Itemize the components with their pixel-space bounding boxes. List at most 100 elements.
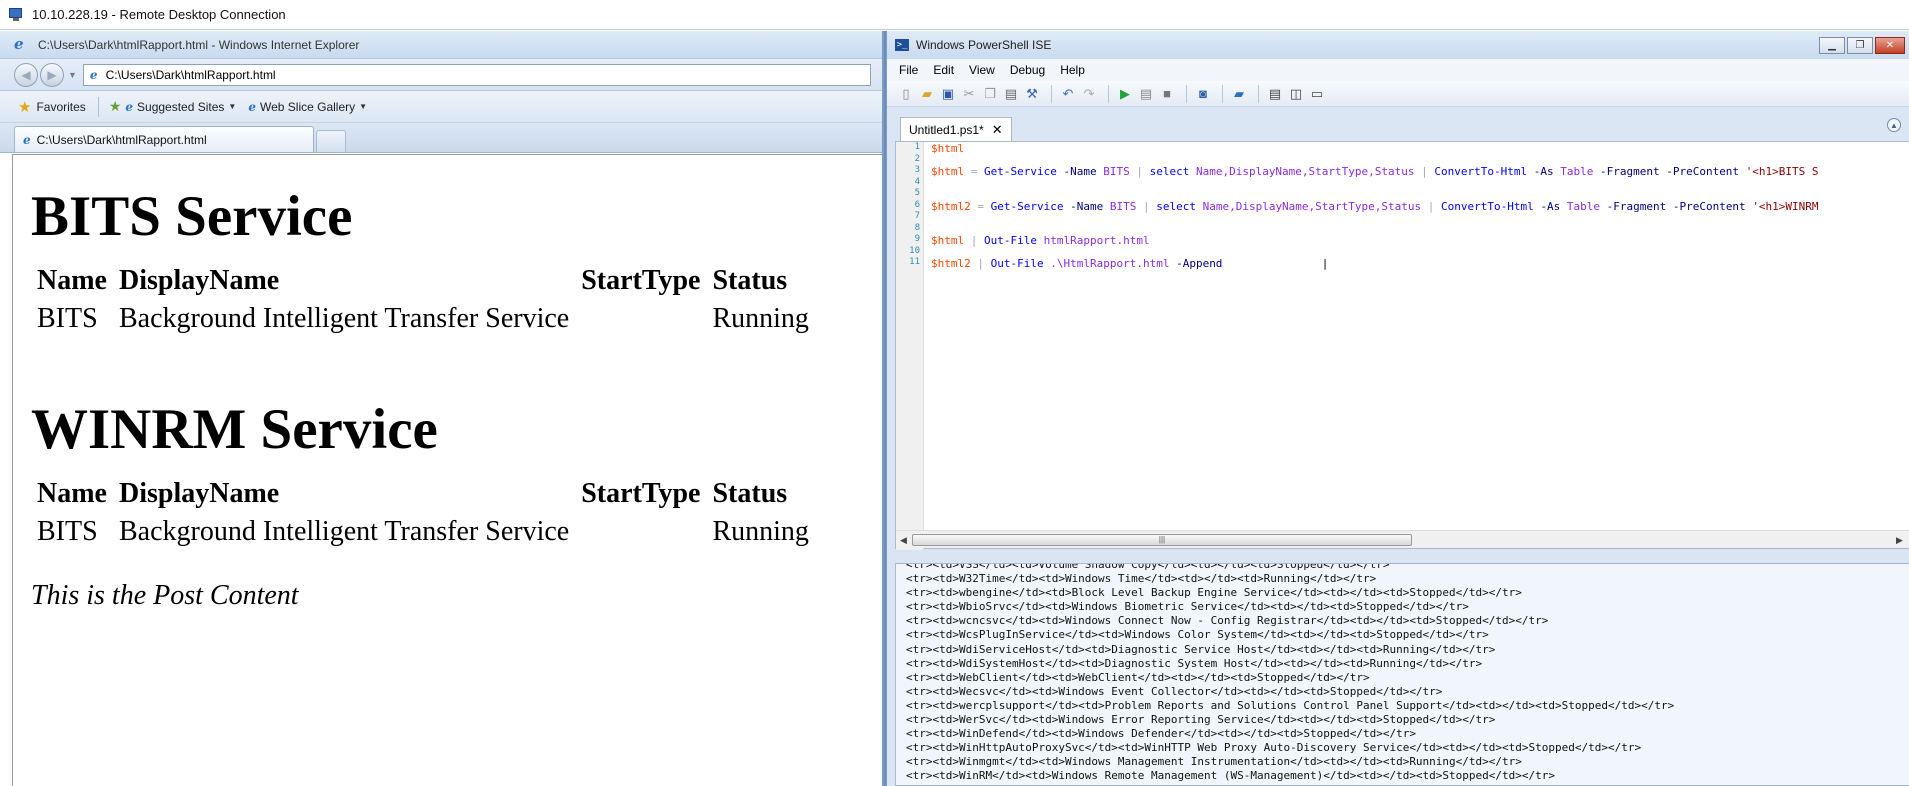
line-number: 9 — [914, 234, 920, 244]
redo-icon[interactable]: ↷ — [1080, 85, 1098, 103]
ie-logo-icon: e — [14, 34, 24, 53]
scrollbar-thumb[interactable]: ||| — [912, 534, 1412, 546]
code-line-3: $html = Get-Service -Name BITS | select … — [931, 165, 1819, 178]
line-number: 2 — [914, 153, 920, 164]
bits-service-table: Name DisplayName StartType Status BITS B… — [31, 262, 815, 338]
ie-tab-active[interactable]: e C:\Users\Dark\htmlRapport.html — [14, 126, 314, 152]
header-status: Status — [712, 478, 788, 509]
layout-top-icon[interactable]: ▤ — [1266, 85, 1284, 103]
code-line-9: $html | Out-File htmlRapport.html — [931, 234, 1150, 247]
ise-menubar: File Edit View Debug Help — [887, 59, 1909, 81]
cell-displayname: Background Intelligent Transfer Service — [118, 303, 570, 334]
clear-output-icon[interactable]: ⚒ — [1023, 85, 1041, 103]
line-number: 7 — [914, 211, 920, 221]
code-line-1: $html — [931, 143, 965, 155]
output-line: <tr><td>WinHttpAutoProxySvc</td><td>WinH… — [906, 741, 1642, 755]
line-number: 1 — [914, 142, 920, 152]
cell-status: Running — [712, 303, 809, 334]
line-number: 11 — [909, 257, 920, 267]
menu-file[interactable]: File — [899, 63, 918, 77]
layout-right-icon[interactable]: ◫ — [1287, 85, 1305, 103]
forward-button[interactable]: ▶ — [40, 62, 64, 87]
cell-starttype — [575, 513, 706, 551]
line-number: 5 — [914, 188, 920, 198]
cell-status: Running — [712, 516, 809, 547]
close-tab-icon[interactable]: ✕ — [992, 122, 1003, 138]
ie-window: e C:\Users\Dark\htmlRapport.html - Windo… — [0, 31, 884, 786]
new-tab-button[interactable] — [316, 130, 346, 152]
script-tab[interactable]: Untitled1.ps1* ✕ — [900, 117, 1012, 141]
page-heading-winrm: WINRM Service — [31, 398, 438, 461]
page-heading-bits: BITS Service — [31, 185, 353, 248]
save-icon[interactable]: ▣ — [939, 85, 957, 103]
ie-page-content: BITS Service Name DisplayName StartType … — [12, 154, 882, 786]
cell-name: BITS — [37, 303, 98, 334]
paste-icon[interactable]: ▤ — [1002, 85, 1020, 103]
output-line: <tr><td>WdiSystemHost</td><td>Diagnostic… — [906, 656, 1483, 670]
page-icon: e — [89, 67, 98, 82]
output-line: <tr><td>WbioSrvc</td><td>Windows Biometr… — [906, 600, 1469, 614]
collapse-pane-icon[interactable]: ▲ — [1887, 118, 1901, 132]
header-name: Name — [37, 265, 107, 296]
scroll-right-icon[interactable]: ▶ — [1896, 535, 1903, 546]
recent-pages-dropdown-icon[interactable]: ▼ — [68, 70, 77, 80]
layout-max-icon[interactable]: ▭ — [1308, 85, 1326, 103]
address-input[interactable]: e C:\Users\Dark\htmlRapport.html — [82, 63, 871, 86]
horizontal-scrollbar[interactable]: ◀ ||| ▶ — [896, 530, 1909, 548]
add-to-favorites-icon[interactable]: ★ — [109, 98, 122, 115]
suggested-sites-button[interactable]: e Suggested Sites ▼ — [125, 100, 236, 114]
ise-toolbar: ▯ ▰ ▣ ✂ ❐ ▤ ⚒ ↶ ↷ ▶ ▤ ■ ◙ ▰ ▤ ◫ ▭ — [887, 81, 1909, 107]
winrm-service-table: Name DisplayName StartType Status BITS B… — [31, 475, 815, 551]
header-status: Status — [712, 265, 788, 296]
output-line: <tr><td>Winmgmt</td><td>Windows Manageme… — [906, 755, 1522, 769]
remote-desktop-icon — [8, 7, 24, 23]
output-line: <tr><td>VSS</td><td>Volume Shadow Copy</… — [906, 563, 1390, 571]
favorites-label: Favorites — [36, 99, 86, 114]
separator — [1258, 84, 1259, 103]
line-number: 8 — [914, 222, 920, 233]
menu-debug[interactable]: Debug — [1010, 63, 1045, 77]
back-button[interactable]: ◀ — [14, 62, 38, 87]
maximize-button[interactable]: ❐ — [1847, 37, 1873, 54]
cell-displayname: Background Intelligent Transfer Service — [118, 516, 570, 547]
new-file-icon[interactable]: ▯ — [897, 85, 915, 103]
ie-tab-bar: e C:\Users\Dark\htmlRapport.html — [0, 123, 882, 153]
stop-icon[interactable]: ■ — [1158, 85, 1176, 103]
remote-desktop: e C:\Users\Dark\htmlRapport.html - Windo… — [0, 31, 1909, 786]
code-text[interactable]: $html $html = Get-Service -Name BITS | s… — [931, 143, 1909, 528]
menu-view[interactable]: View — [969, 63, 995, 77]
ie-window-title: C:\Users\Dark\htmlRapport.html - Windows… — [38, 37, 360, 52]
web-slice-gallery-button[interactable]: e Web Slice Gallery ▼ — [248, 100, 367, 114]
undo-icon[interactable]: ↶ — [1059, 85, 1077, 103]
open-folder-icon[interactable]: ▰ — [918, 85, 936, 103]
ise-window-title: Windows PowerShell ISE — [916, 38, 1052, 52]
separator — [97, 96, 99, 117]
scroll-left-icon[interactable]: ◀ — [900, 535, 907, 546]
remote-powershell-icon[interactable]: ◙ — [1194, 85, 1212, 103]
minimize-button[interactable]: ▁ — [1819, 37, 1845, 54]
output-pane[interactable]: <tr><td>VSS</td><td>Volume Shadow Copy</… — [895, 563, 1909, 786]
favorites-button[interactable]: ★ Favorites — [18, 98, 86, 116]
menu-help[interactable]: Help — [1060, 63, 1085, 77]
copy-icon[interactable]: ❐ — [981, 85, 999, 103]
start-powershell-icon[interactable]: ▰ — [1230, 85, 1248, 103]
post-content: This is the Post Content — [31, 580, 299, 611]
menu-edit[interactable]: Edit — [933, 63, 954, 77]
run-script-icon[interactable]: ▶ — [1116, 85, 1134, 103]
script-editor[interactable]: 1 2 3 4 5 6 7 8 9 10 11 $html $html = Ge… — [895, 141, 1909, 550]
web-slice-gallery-label: Web Slice Gallery — [259, 99, 356, 114]
separator — [1051, 84, 1052, 103]
line-number-gutter: 1 2 3 4 5 6 7 8 9 10 11 — [896, 142, 924, 550]
close-button[interactable]: ✕ — [1875, 37, 1905, 54]
cut-icon[interactable]: ✂ — [960, 85, 978, 103]
cell-name: BITS — [37, 516, 98, 547]
rdp-window-title: 10.10.228.19 - Remote Desktop Connection — [32, 7, 286, 22]
ie-titlebar: e C:\Users\Dark\htmlRapport.html - Windo… — [0, 31, 882, 59]
powershell-icon: >_ — [895, 39, 909, 51]
address-text: C:\Users\Dark\htmlRapport.html — [105, 67, 276, 82]
table-header-row: Name DisplayName StartType Status — [31, 475, 815, 513]
run-selection-icon[interactable]: ▤ — [1137, 85, 1155, 103]
line-number: 3 — [914, 165, 920, 175]
chevron-down-icon: ▼ — [359, 102, 368, 111]
